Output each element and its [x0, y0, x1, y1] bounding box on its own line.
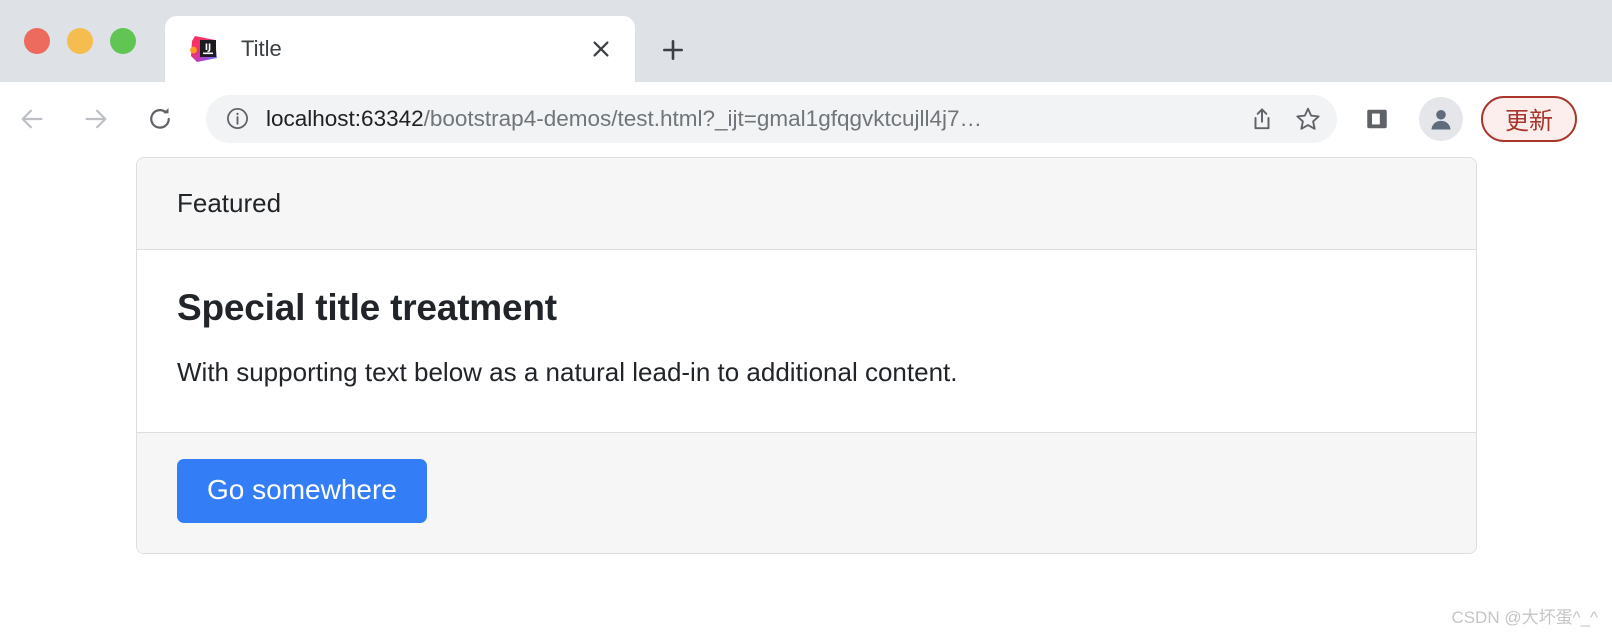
browser-chrome: IJ Title: [0, 0, 1612, 155]
info-circle-icon[interactable]: [224, 106, 250, 132]
window-minimize-button[interactable]: [67, 28, 93, 54]
update-button[interactable]: 更新: [1481, 96, 1577, 142]
svg-text:IJ: IJ: [205, 43, 211, 53]
window-maximize-button[interactable]: [110, 28, 136, 54]
page-viewport: Featured Special title treatment With su…: [0, 155, 1612, 638]
star-icon[interactable]: [1287, 98, 1329, 140]
card-title: Special title treatment: [177, 286, 1436, 330]
profile-avatar-icon[interactable]: [1419, 97, 1463, 141]
share-icon[interactable]: [1241, 98, 1283, 140]
browser-toolbar: localhost:63342/bootstrap4-demos/test.ht…: [0, 82, 1612, 155]
url-host: localhost:63342: [266, 106, 424, 131]
window-close-button[interactable]: [24, 28, 50, 54]
tab-title: Title: [241, 36, 585, 62]
browser-tab[interactable]: IJ Title: [165, 16, 635, 82]
card-header: Featured: [137, 158, 1476, 250]
tab-strip: IJ Title: [0, 0, 1612, 82]
card-footer: Go somewhere: [137, 432, 1476, 553]
url-path: /bootstrap4-demos/test.html?_ijt=gmal1gf…: [424, 106, 982, 131]
new-tab-button[interactable]: [651, 28, 695, 72]
window-controls: [24, 28, 136, 54]
intellij-idea-icon: IJ: [189, 34, 219, 64]
card-text: With supporting text below as a natural …: [177, 353, 1436, 392]
go-somewhere-button[interactable]: Go somewhere: [177, 459, 427, 523]
csdn-watermark: CSDN @大坏蛋^_^: [1451, 603, 1598, 628]
side-panel-icon[interactable]: [1355, 97, 1399, 141]
address-bar[interactable]: localhost:63342/bootstrap4-demos/test.ht…: [206, 95, 1337, 143]
url-text: localhost:63342/bootstrap4-demos/test.ht…: [266, 106, 1237, 132]
forward-arrow-icon[interactable]: [72, 95, 120, 143]
back-arrow-icon[interactable]: [8, 95, 56, 143]
close-icon[interactable]: [585, 33, 617, 65]
card-body: Special title treatment With supporting …: [137, 250, 1476, 431]
reload-icon[interactable]: [136, 95, 184, 143]
featured-card: Featured Special title treatment With su…: [136, 157, 1477, 554]
